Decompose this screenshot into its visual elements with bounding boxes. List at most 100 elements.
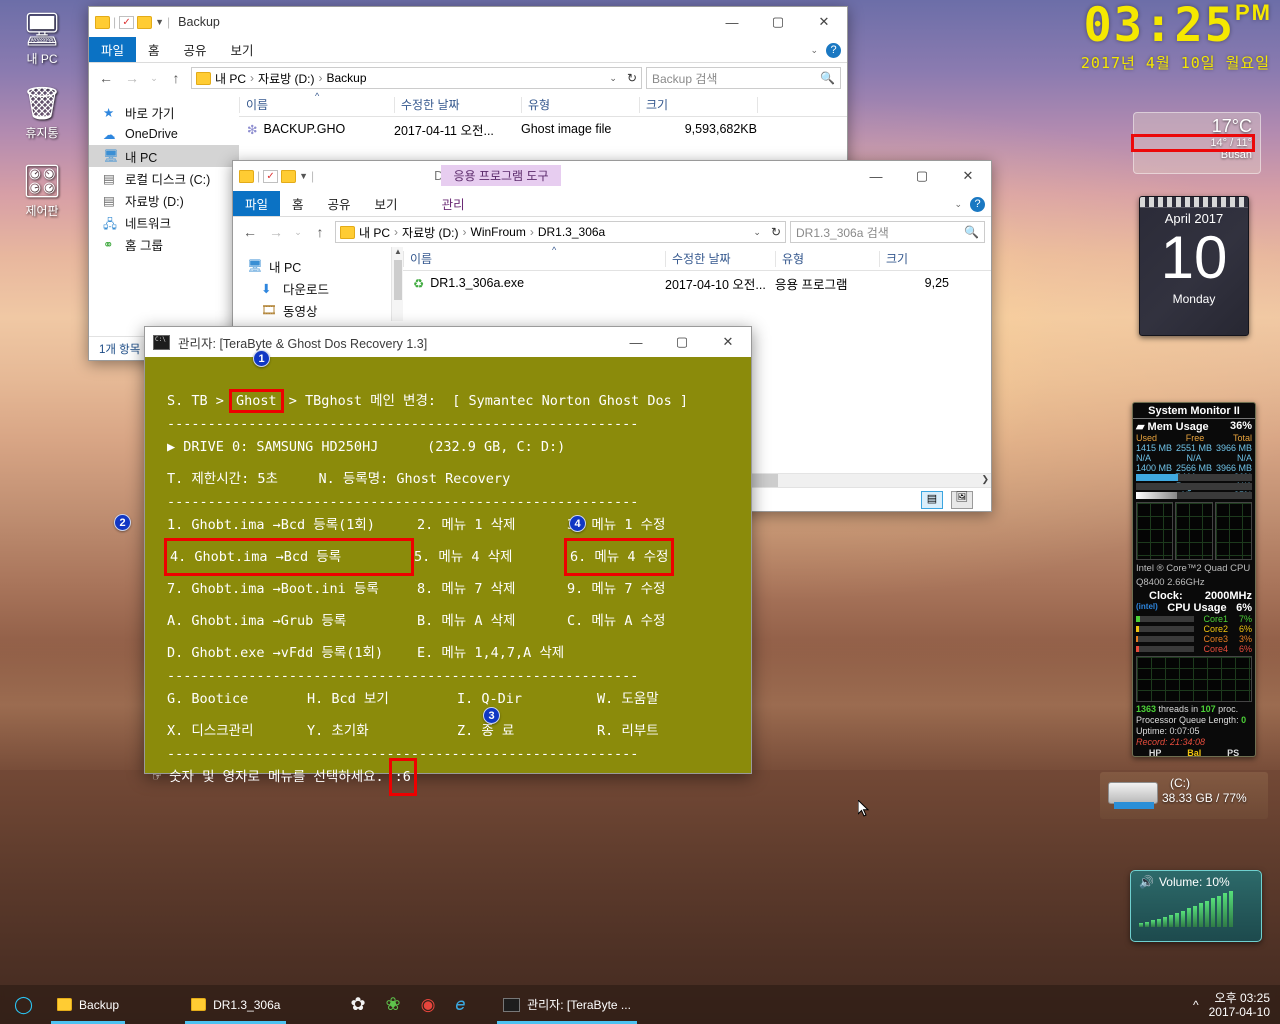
tool-option-i[interactable]: I. Q-Dir	[457, 683, 597, 715]
sidebar-item-my-pc[interactable]: 🖥 내 PC	[89, 145, 239, 167]
chevron-down-icon[interactable]: ⌄	[609, 73, 617, 84]
sidebar-item-quick-access[interactable]: ★ 바로 가기	[89, 101, 239, 123]
console-screen[interactable]: S. TB > Ghost > TBghost 메인 변경: [ Symante…	[145, 357, 751, 796]
cortana-button[interactable]: ◯	[0, 985, 47, 1024]
menu-option-2[interactable]: 2. 메뉴 1 삭제	[417, 509, 567, 541]
title-bar[interactable]: | ✓ ▼ | 응용 프로그램 도구 DR1.3_306a — ▢ ✕	[233, 161, 991, 191]
address-bar[interactable]: 내 PC › 자료방 (D:) › Backup ⌄ ↻	[191, 67, 642, 89]
sidebar-item-homegroup[interactable]: ⚭ 홈 그룹	[89, 233, 239, 255]
up-button[interactable]: ↑	[309, 224, 331, 240]
column-date[interactable]: 수정한 날짜	[394, 96, 521, 113]
menu-option-d[interactable]: D. Ghobt.exe →vFdd 등록(1회)	[167, 637, 417, 669]
column-size[interactable]: 크기	[879, 250, 949, 267]
maximize-button[interactable]: ▢	[899, 161, 945, 191]
taskbar-item-console[interactable]: 관리자: [TeraByte ...	[493, 985, 641, 1024]
back-button[interactable]: ←	[95, 70, 117, 86]
help-icon[interactable]: ?	[826, 42, 841, 58]
taskbar-item-settings[interactable]: ✿	[340, 985, 375, 1024]
sidebar-item-local-disk-c[interactable]: ▤ 로컬 디스크 (C:)	[89, 167, 239, 189]
minimize-button[interactable]: —	[853, 161, 899, 191]
navigation-bar[interactable]: ← → ⌄ ↑ 내 PC › 자료방 (D:) › Backup ⌄ ↻ Backu…	[89, 63, 847, 93]
breadcrumb-item[interactable]: 자료방 (D:)	[402, 224, 458, 241]
tray-clock-date[interactable]: 2017-04-10	[1209, 1005, 1270, 1019]
large-icons-view-button[interactable]: 🖼	[951, 491, 973, 509]
column-name[interactable]: 이름 ^	[403, 245, 665, 267]
chevron-down-icon[interactable]: ⌄	[753, 227, 761, 238]
tab-home[interactable]: 홈	[136, 37, 172, 62]
show-hidden-icons-icon[interactable]: ^	[1193, 998, 1199, 1012]
tool-option-x[interactable]: X. 디스크관리	[167, 715, 307, 747]
help-icon[interactable]: ?	[970, 196, 985, 212]
sidebar-item-onedrive[interactable]: ☁ OneDrive	[89, 123, 239, 145]
drive-gadget[interactable]: (C:) 38.33 GB / 77%	[1100, 772, 1268, 819]
minimize-button[interactable]: —	[613, 327, 659, 357]
menu-option-8[interactable]: 8. 메뉴 7 삭제	[417, 573, 567, 605]
tool-option-w[interactable]: W. 도움말	[597, 683, 659, 715]
close-button[interactable]: ✕	[705, 327, 751, 357]
sidebar-item-my-pc[interactable]: 🖥 내 PC	[233, 255, 403, 277]
sidebar-item-downloads[interactable]: ⬇ 다운로드	[233, 277, 403, 299]
taskbar[interactable]: ◯ Backup DR1.3_306a ✿ ❀ ◉ 𝑒 관리자: [TeraBy…	[0, 985, 1280, 1024]
system-tray[interactable]: ^ 오후 03:25 2017-04-10	[1193, 991, 1280, 1019]
system-monitor-gadget[interactable]: System Monitor II ▰ Mem Usage 36% Used Fr…	[1132, 402, 1256, 757]
scrollbar-thumb[interactable]	[394, 260, 402, 300]
desktop-icon-recycle-bin[interactable]: 🗑 휴지통	[4, 82, 80, 141]
search-box[interactable]: DR1.3_306a 검색 🔍	[790, 221, 985, 243]
forward-button[interactable]: →	[121, 70, 143, 86]
chevron-down-icon[interactable]: ▼	[299, 171, 308, 181]
sidebar-item-network[interactable]: 🖧 네트워크	[89, 211, 239, 233]
title-bar[interactable]: 관리자: [TeraByte & Ghost Dos Recovery 1.3]…	[145, 327, 751, 357]
window-controls[interactable]: — ▢ ✕	[709, 7, 847, 37]
menu-option-5[interactable]: 5. 메뉴 4 삭제	[411, 541, 567, 573]
recent-locations-icon[interactable]: ⌄	[147, 73, 161, 84]
desktop-icon-my-pc[interactable]: 🖥 내 PC	[4, 8, 80, 67]
ribbon-tabs[interactable]: 파일 홈 공유 보기 관리 ⌄ ?	[233, 191, 991, 217]
minimize-button[interactable]: —	[709, 7, 755, 37]
quick-access-toolbar[interactable]: | ✓ ▼ |	[95, 15, 170, 29]
column-name[interactable]: 이름 ^	[239, 91, 394, 113]
calendar-gadget[interactable]: April 2017 10 Monday	[1139, 196, 1249, 336]
maximize-button[interactable]: ▢	[755, 7, 801, 37]
menu-option-e[interactable]: E. 메뉴 1,4,7,A 삭제	[417, 637, 567, 669]
new-folder-icon[interactable]	[281, 169, 297, 183]
new-folder-icon[interactable]	[137, 15, 153, 29]
forward-button[interactable]: →	[265, 224, 287, 240]
search-icon[interactable]: 🔍	[820, 71, 835, 85]
column-size[interactable]: 크기	[639, 96, 757, 113]
breadcrumb-item[interactable]: Backup	[327, 71, 367, 85]
taskbar-item-backup[interactable]: Backup	[47, 985, 129, 1024]
volume-gadget[interactable]: 🔊 Volume: 10%	[1130, 870, 1262, 942]
properties-icon[interactable]: ✓	[263, 169, 279, 183]
console-window[interactable]: 관리자: [TeraByte & Ghost Dos Recovery 1.3]…	[144, 326, 752, 796]
column-extra[interactable]	[757, 96, 787, 113]
up-button[interactable]: ↑	[165, 70, 187, 86]
tray-clock-time[interactable]: 오후 03:25	[1209, 991, 1270, 1005]
table-row[interactable]: ❇ BACKUP.GHO 2017-04-11 오전... Ghost imag…	[239, 117, 847, 141]
breadcrumb-item[interactable]: 내 PC	[215, 70, 246, 87]
taskbar-item-clover[interactable]: ❀	[376, 985, 411, 1024]
weather-gadget[interactable]: 17°C 14° / 11° Busan	[1131, 112, 1261, 174]
prompt-input[interactable]: :6	[388, 758, 417, 796]
details-view-button[interactable]: ▤	[921, 491, 943, 509]
column-date[interactable]: 수정한 날짜	[665, 250, 775, 267]
menu-option-a[interactable]: A. Ghobt.ima →Grub 등록	[167, 605, 417, 637]
tool-option-y[interactable]: Y. 초기화	[307, 715, 457, 747]
column-headers[interactable]: 이름 ^ 수정한 날짜 유형 크기	[239, 91, 847, 117]
back-button[interactable]: ←	[239, 224, 261, 240]
breadcrumb-item[interactable]: 자료방 (D:)	[258, 70, 314, 87]
column-type[interactable]: 유형	[521, 96, 639, 113]
tab-file[interactable]: 파일	[233, 191, 281, 216]
tab-view[interactable]: 보기	[219, 37, 266, 62]
ribbon-tabs[interactable]: 파일 홈 공유 보기 ⌄ ?	[89, 37, 847, 63]
menu-option-6[interactable]: 6. 메뉴 4 수정	[563, 538, 675, 576]
ribbon-expand-icon[interactable]: ⌄	[810, 45, 818, 56]
navigation-pane-scrollbar[interactable]: ▲	[391, 247, 403, 321]
close-button[interactable]: ✕	[801, 7, 847, 37]
taskbar-item-ie[interactable]: 𝑒	[445, 985, 475, 1024]
tab-view[interactable]: 보기	[363, 191, 410, 216]
tab-share[interactable]: 공유	[172, 37, 219, 62]
window-controls[interactable]: — ▢ ✕	[853, 161, 991, 191]
close-button[interactable]: ✕	[945, 161, 991, 191]
tool-option-z[interactable]: Z. 종 료	[457, 715, 597, 747]
menu-option-1[interactable]: 1. Ghobt.ima →Bcd 등록(1회)	[167, 509, 417, 541]
